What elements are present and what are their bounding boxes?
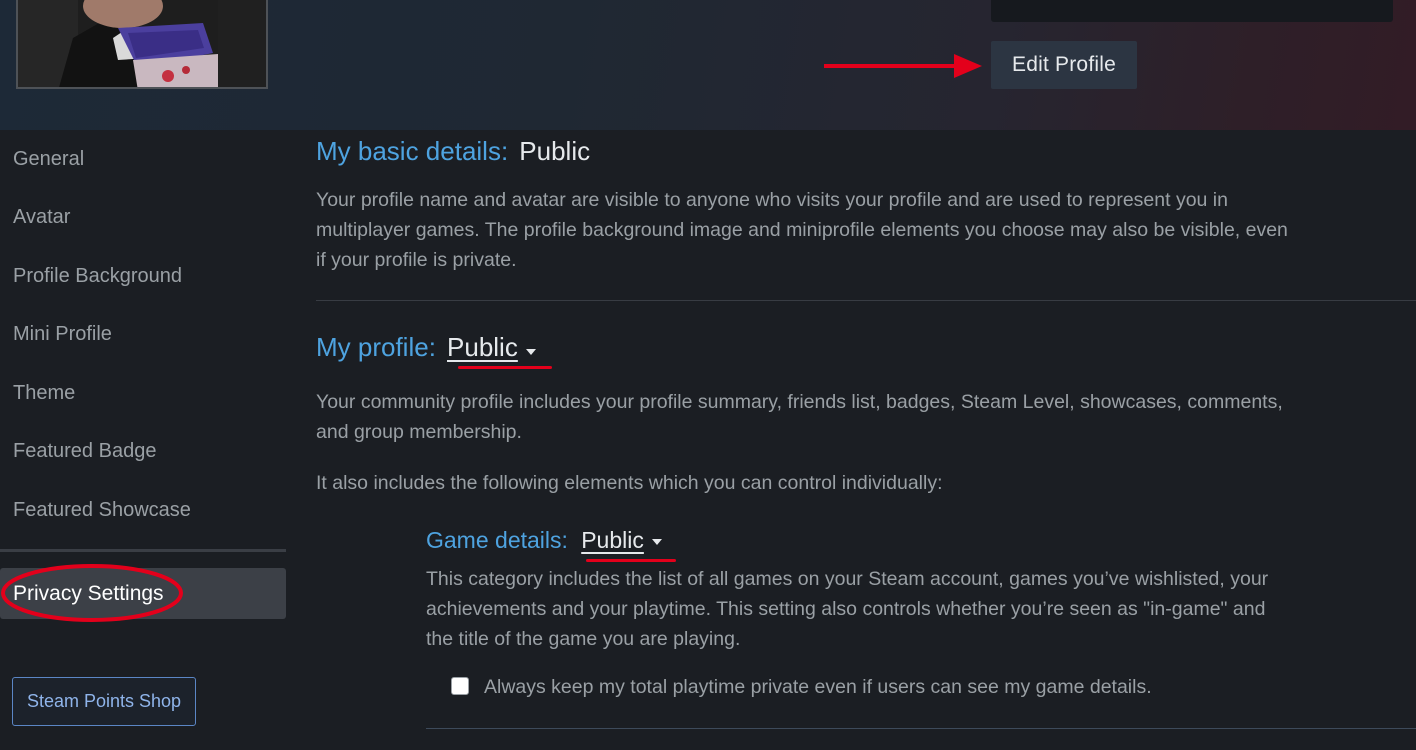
my-profile-description: Your community profile includes your pro… — [316, 387, 1416, 447]
game-details-label: Game details: — [426, 527, 568, 553]
text-line: achievements and your playtime. This set… — [426, 598, 1266, 620]
section-divider — [426, 728, 1416, 729]
settings-sidebar: General Avatar Profile Background Mini P… — [0, 130, 300, 750]
sidebar-divider — [0, 549, 286, 552]
basic-details-value: Public — [519, 136, 591, 166]
basic-details-label: My basic details: — [316, 136, 509, 166]
avatar-image — [16, 0, 268, 89]
text-line: the title of the game you are playing. — [426, 628, 741, 650]
game-details-description: This category includes the list of all g… — [426, 564, 1416, 654]
edit-profile-button[interactable]: Edit Profile — [991, 41, 1137, 89]
text-line: Your profile name and avatar are visible… — [316, 189, 1228, 211]
my-profile-also-text: It also includes the following elements … — [316, 472, 943, 494]
header-input-bar[interactable] — [991, 0, 1393, 22]
text-line: This category includes the list of all g… — [426, 568, 1269, 590]
my-profile-heading: My profile: Public — [316, 332, 536, 363]
steam-points-shop-button[interactable]: Steam Points Shop — [12, 677, 196, 726]
my-profile-privacy-dropdown[interactable]: Public — [447, 332, 518, 362]
profile-header: Edit Profile — [0, 0, 1416, 130]
game-details-heading: Game details: Public — [426, 527, 662, 554]
red-underline-annotation — [586, 559, 676, 562]
sidebar-item-featured-badge[interactable]: Featured Badge — [13, 440, 156, 463]
text-line: Your community profile includes your pro… — [316, 391, 1283, 413]
sidebar-item-featured-showcase[interactable]: Featured Showcase — [13, 499, 191, 522]
text-line: multiplayer games. The profile backgroun… — [316, 219, 1288, 241]
basic-details-heading: My basic details: Public — [316, 136, 590, 167]
red-arrow-annotation — [824, 54, 982, 78]
game-details-privacy-dropdown[interactable]: Public — [581, 527, 644, 553]
red-underline-annotation — [458, 366, 552, 369]
sidebar-item-profile-background[interactable]: Profile Background — [13, 265, 182, 288]
playtime-private-label[interactable]: Always keep my total playtime private ev… — [484, 672, 1152, 702]
sidebar-item-mini-profile[interactable]: Mini Profile — [13, 323, 112, 346]
sidebar-item-general[interactable]: General — [13, 148, 84, 171]
text-line: and group membership. — [316, 421, 522, 443]
sidebar-item-theme[interactable]: Theme — [13, 382, 75, 405]
avatar-photo — [18, 0, 266, 87]
section-divider — [316, 300, 1416, 301]
red-circle-annotation — [1, 564, 183, 622]
chevron-down-icon[interactable] — [651, 538, 662, 545]
my-profile-label: My profile: — [316, 332, 436, 362]
basic-details-description: Your profile name and avatar are visible… — [316, 185, 1416, 275]
text-line: if your profile is private. — [316, 249, 517, 271]
privacy-settings-panel: My basic details: Public Your profile na… — [316, 130, 1416, 750]
playtime-private-checkbox[interactable] — [451, 677, 469, 695]
chevron-down-icon[interactable] — [525, 348, 536, 355]
sidebar-item-avatar[interactable]: Avatar — [13, 206, 70, 229]
